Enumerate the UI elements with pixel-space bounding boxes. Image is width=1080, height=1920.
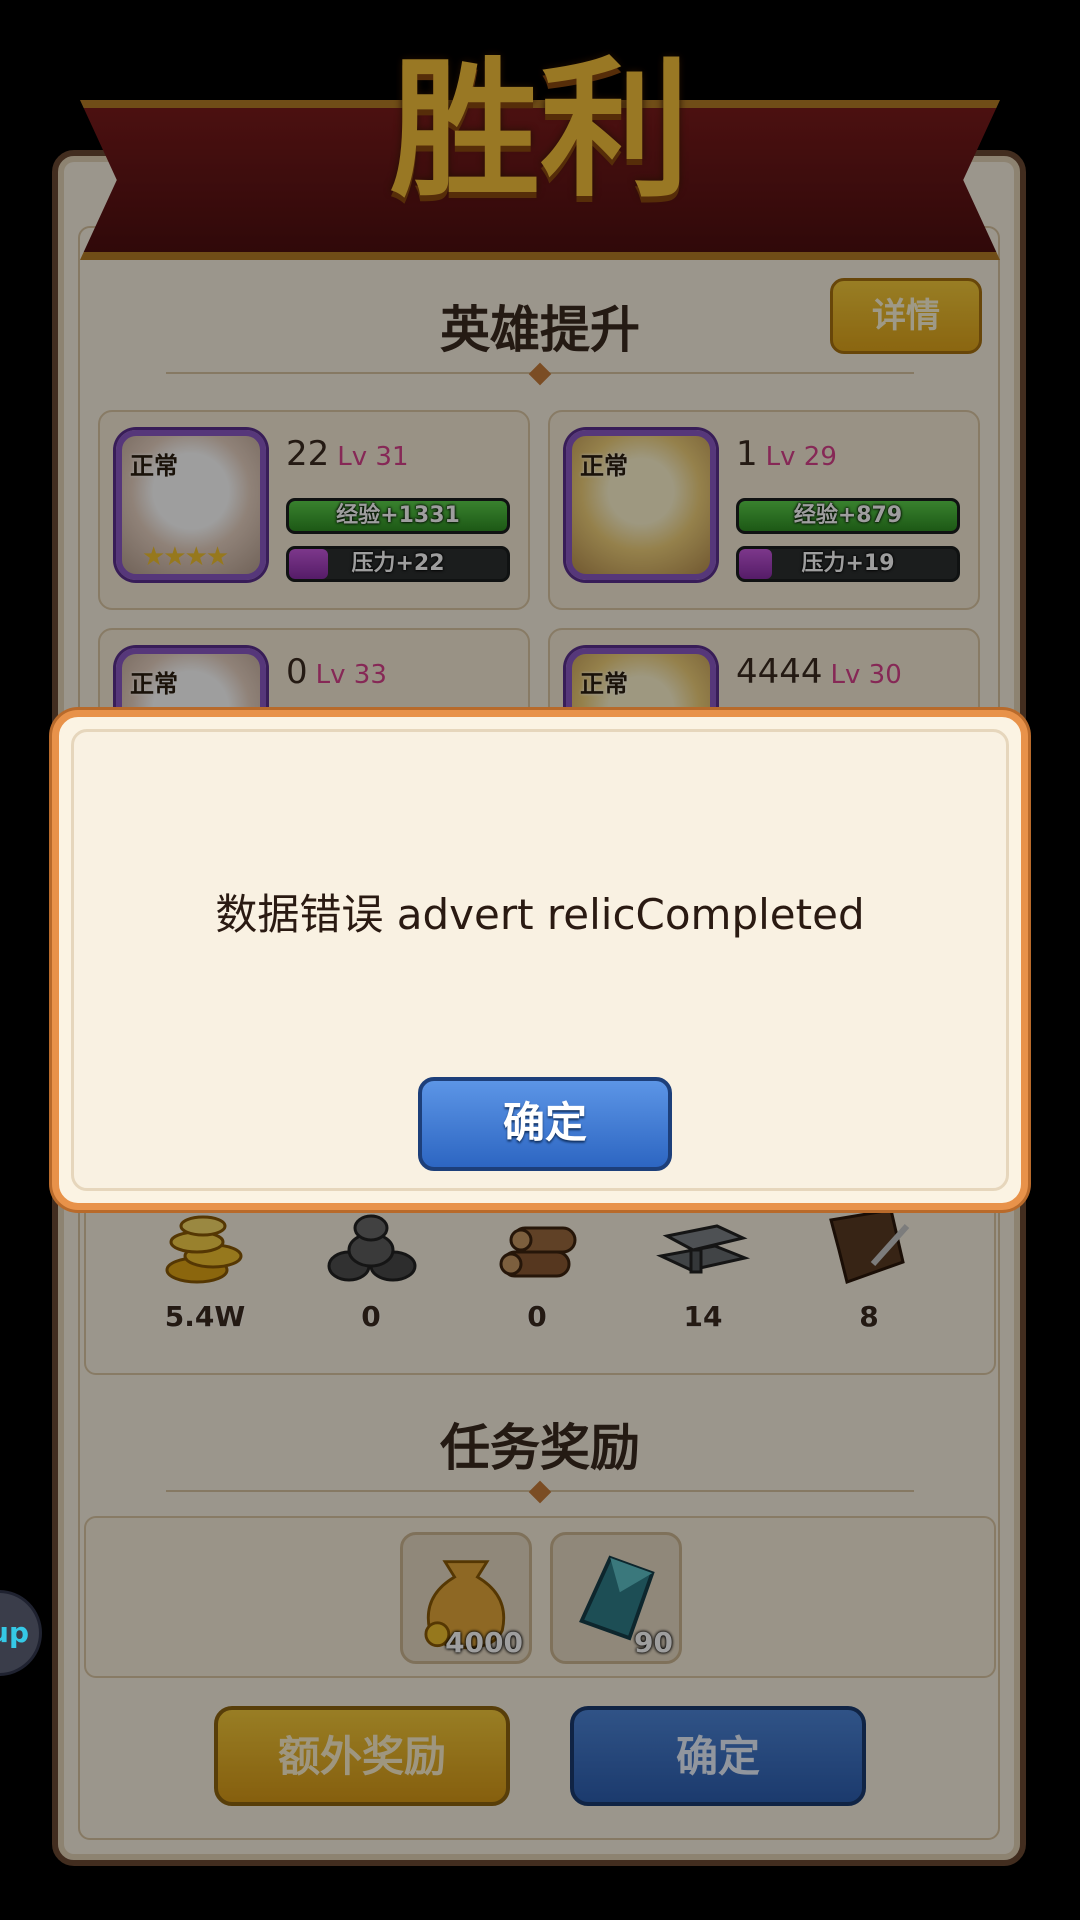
error-dialog: 数据错误 advert relicCompleted 确定 bbox=[52, 710, 1028, 1210]
dialog-confirm-button[interactable]: 确定 bbox=[418, 1077, 672, 1171]
dialog-message: 数据错误 advert relicCompleted bbox=[215, 890, 865, 939]
